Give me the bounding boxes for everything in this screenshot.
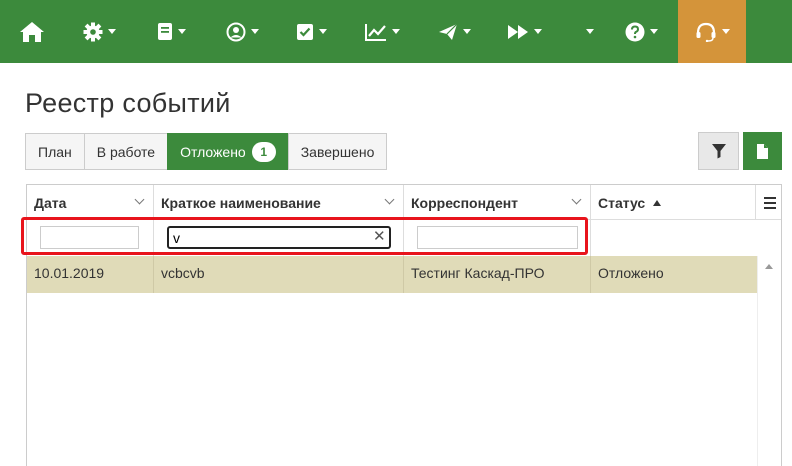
chart-line-icon [364,23,386,41]
nav-home[interactable] [8,0,56,63]
filter-icon [711,144,726,159]
nav-settings-menu[interactable] [70,0,128,63]
short-name-filter-input[interactable] [167,226,391,249]
date-filter-input[interactable] [40,226,139,249]
grid-menu-button[interactable] [755,185,781,220]
question-circle-icon [625,22,644,41]
chevron-down-icon [585,29,594,34]
scroll-up-arrow-icon[interactable] [765,264,773,269]
gear-icon [83,22,102,41]
paper-plane-icon [438,23,457,40]
column-label: Статус [598,194,646,211]
column-label: Краткое наименование [161,194,321,211]
correspondent-filter-input[interactable] [417,226,578,249]
count-badge: 1 [251,141,276,162]
clear-filter-icon[interactable]: ✕ [373,229,386,244]
column-label: Корреспондент [411,194,519,211]
column-header-date[interactable]: Дата [27,185,154,220]
checkbox-icon [296,23,313,40]
file-icon [757,143,768,159]
tab-completed[interactable]: Завершено [287,133,388,170]
sort-ascending-icon [653,199,662,206]
fast-forward-icon [507,24,528,39]
column-label: Дата [34,194,67,211]
nav-reports-menu[interactable] [352,0,412,63]
nav-support-menu[interactable] [678,0,746,63]
cell-correspondent: Тестинг Каскад-ПРО [404,256,591,293]
cell-status: Отложено [598,265,664,281]
column-header-short-name[interactable]: Краткое наименование [154,185,404,220]
nav-send-menu[interactable] [424,0,484,63]
filter-cell-correspondent [404,220,591,256]
filter-cell-short-name: ✕ [154,220,404,256]
column-header-status[interactable]: Статус [591,185,755,220]
chevron-down-icon[interactable] [134,194,145,205]
nav-user-menu[interactable] [212,0,272,63]
nav-help-menu[interactable] [616,0,666,63]
filter-cell-date [27,220,154,256]
chevron-down-icon[interactable] [384,194,395,205]
tab-in-progress[interactable]: В работе [83,133,169,170]
user-circle-icon [226,22,245,41]
tab-label: План [38,143,72,160]
filter-button[interactable] [698,132,739,170]
cell-short-name: vcbcvb [154,256,404,293]
vertical-scrollbar[interactable] [757,256,781,466]
nav-journal-menu[interactable] [142,0,200,63]
tab-label: Завершено [300,143,375,160]
chevron-down-icon[interactable] [571,194,582,205]
tab-label: Отложено [180,143,246,160]
grid-filter-row: ✕ [27,220,781,256]
hamburger-icon [763,196,776,199]
cell-date: 10.01.2019 [27,256,154,293]
nav-forward-menu[interactable] [494,0,554,63]
book-icon [157,23,172,40]
nav-empty-menu[interactable] [572,0,602,63]
tab-postponed[interactable]: Отложено 1 [167,133,289,170]
nav-tasks-menu[interactable] [282,0,340,63]
headset-icon [696,22,715,42]
filter-cell-status [591,220,755,256]
export-button[interactable] [743,132,782,170]
events-grid: Дата Краткое наименование Корреспондент … [26,184,782,466]
tab-plan[interactable]: План [25,133,85,170]
grid-header: Дата Краткое наименование Корреспондент … [27,185,781,220]
table-row[interactable]: 10.01.2019 vcbcvb Тестинг Каскад-ПРО Отл… [27,256,758,293]
column-header-correspondent[interactable]: Корреспондент [404,185,591,220]
home-icon [20,21,44,42]
page-title: Реестр событий [25,88,231,118]
top-navbar [0,0,792,63]
tab-label: В работе [96,143,156,160]
status-tabs: План В работе Отложено 1 Завершено [25,133,388,170]
